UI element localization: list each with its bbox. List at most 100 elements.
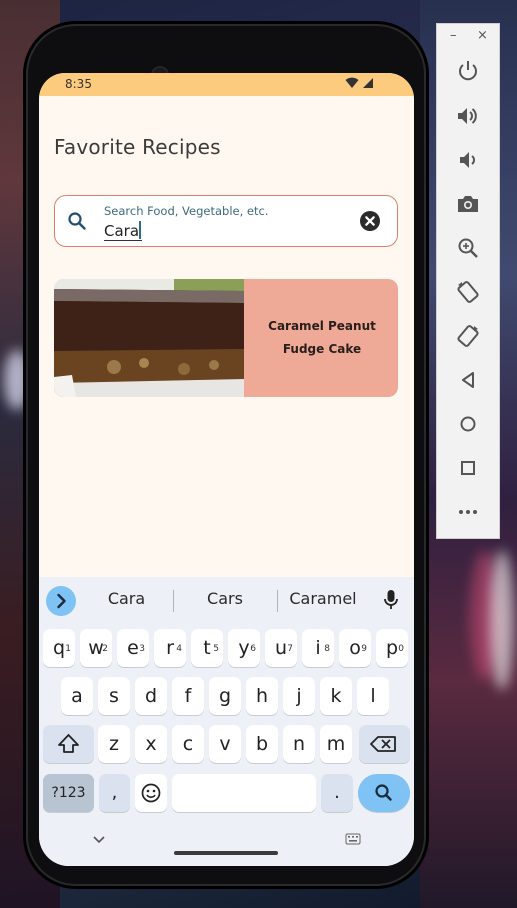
background-light xyxy=(490,550,514,690)
volume-up-icon[interactable] xyxy=(455,103,481,129)
suggestion-divider xyxy=(277,590,278,612)
search-key[interactable] xyxy=(358,774,410,812)
key-d[interactable]: d xyxy=(135,677,167,715)
camera-icon[interactable] xyxy=(455,191,481,217)
back-icon[interactable] xyxy=(455,367,481,393)
key-a[interactable]: a xyxy=(61,677,93,715)
key-s[interactable]: s xyxy=(98,677,130,715)
suggestion-divider xyxy=(173,590,174,612)
key-x[interactable]: x xyxy=(135,725,167,763)
key-k[interactable]: k xyxy=(320,677,352,715)
power-icon[interactable] xyxy=(455,58,481,84)
more-icon[interactable] xyxy=(455,499,481,525)
suggestion-3[interactable]: Caramel xyxy=(284,589,362,608)
device-screen: 8:35 Favorite Recipes Search Food, Veget… xyxy=(39,73,414,866)
soft-keyboard: Cara Cars Caramel q1w2e3r4t5y6u7i8o9p0 a… xyxy=(39,577,414,866)
key-label: m xyxy=(326,733,346,755)
key-h[interactable]: h xyxy=(246,677,278,715)
key-label: a xyxy=(71,685,83,707)
period-key-label: . xyxy=(334,782,340,803)
overview-icon[interactable] xyxy=(455,455,481,481)
backspace-key[interactable] xyxy=(359,725,410,763)
key-t[interactable]: t5 xyxy=(191,629,223,667)
microphone-icon[interactable] xyxy=(383,589,399,611)
key-o[interactable]: o9 xyxy=(339,629,371,667)
chevron-right-icon xyxy=(57,593,66,609)
search-icon xyxy=(375,784,392,801)
key-e[interactable]: e3 xyxy=(117,629,149,667)
volume-down-icon[interactable] xyxy=(455,147,481,173)
key-q[interactable]: q1 xyxy=(43,629,75,667)
shift-key[interactable] xyxy=(43,725,94,763)
key-p[interactable]: p0 xyxy=(376,629,408,667)
wifi-icon xyxy=(345,77,359,88)
space-key[interactable] xyxy=(172,774,316,812)
status-bar: 8:35 xyxy=(39,73,414,96)
expand-suggestions-button[interactable] xyxy=(46,586,76,616)
search-label: Search Food, Vegetable, etc. xyxy=(104,204,269,218)
clear-icon[interactable] xyxy=(360,211,380,231)
keyboard-switch-icon[interactable] xyxy=(345,833,361,845)
key-label: c xyxy=(182,733,194,755)
key-n[interactable]: n xyxy=(283,725,315,763)
key-label: n xyxy=(292,733,306,755)
comma-key[interactable]: , xyxy=(99,774,130,812)
key-r[interactable]: r4 xyxy=(154,629,186,667)
key-hint: 8 xyxy=(324,644,330,654)
key-v[interactable]: v xyxy=(209,725,241,763)
key-hint: 2 xyxy=(102,644,108,654)
page-title: Favorite Recipes xyxy=(54,135,221,159)
key-g[interactable]: g xyxy=(209,677,241,715)
key-label: h xyxy=(255,685,269,707)
key-m[interactable]: m xyxy=(320,725,352,763)
key-label: s xyxy=(109,685,119,707)
key-hint: 9 xyxy=(361,644,367,654)
key-hint: 3 xyxy=(139,644,145,654)
key-w[interactable]: w2 xyxy=(80,629,112,667)
key-b[interactable]: b xyxy=(246,725,278,763)
key-l[interactable]: l xyxy=(357,677,389,715)
recipe-image xyxy=(54,279,244,397)
key-hint: 5 xyxy=(213,644,219,654)
search-field[interactable]: Search Food, Vegetable, etc. Cara xyxy=(54,195,398,247)
comma-key-label: , xyxy=(111,782,118,803)
close-icon[interactable]: × xyxy=(477,28,488,43)
home-gesture-handle[interactable] xyxy=(174,851,278,855)
key-y[interactable]: y6 xyxy=(228,629,260,667)
search-input[interactable]: Cara xyxy=(104,221,143,241)
status-time: 8:35 xyxy=(65,77,92,91)
cake-image xyxy=(54,279,244,397)
suggestion-1[interactable]: Cara xyxy=(89,589,164,608)
emoji-key[interactable] xyxy=(135,774,167,812)
key-c[interactable]: c xyxy=(172,725,204,763)
zoom-icon[interactable] xyxy=(455,235,481,261)
suggestion-2[interactable]: Cars xyxy=(187,589,263,608)
period-key[interactable]: . xyxy=(321,774,353,812)
rotate-left-icon[interactable] xyxy=(455,279,481,305)
key-hint: 0 xyxy=(398,644,404,654)
key-z[interactable]: z xyxy=(98,725,130,763)
key-f[interactable]: f xyxy=(172,677,204,715)
key-hint: 1 xyxy=(65,644,71,654)
key-label: f xyxy=(184,685,192,707)
emoji-icon xyxy=(141,783,161,803)
key-hint: 4 xyxy=(176,644,182,654)
key-i[interactable]: i8 xyxy=(302,629,334,667)
home-icon[interactable] xyxy=(455,411,481,437)
rotate-right-icon[interactable] xyxy=(455,323,481,349)
minimize-icon[interactable]: – xyxy=(450,28,457,43)
key-hint: 6 xyxy=(250,644,256,654)
key-label: b xyxy=(255,733,269,755)
emulator-toolbar: – × xyxy=(436,23,500,539)
symbols-key-label: ?123 xyxy=(51,785,86,801)
key-u[interactable]: u7 xyxy=(265,629,297,667)
recipe-card[interactable]: Caramel Peanut Fudge Cake xyxy=(54,279,398,397)
symbols-key[interactable]: ?123 xyxy=(43,774,94,812)
key-j[interactable]: j xyxy=(283,677,315,715)
chevron-down-icon[interactable] xyxy=(92,835,106,845)
search-input-text: Cara xyxy=(104,222,140,240)
key-label: l xyxy=(370,685,376,707)
key-label: d xyxy=(144,685,158,707)
suggestion-strip: Cara Cars Caramel xyxy=(39,577,414,625)
recipe-name: Caramel Peanut Fudge Cake xyxy=(254,315,390,361)
